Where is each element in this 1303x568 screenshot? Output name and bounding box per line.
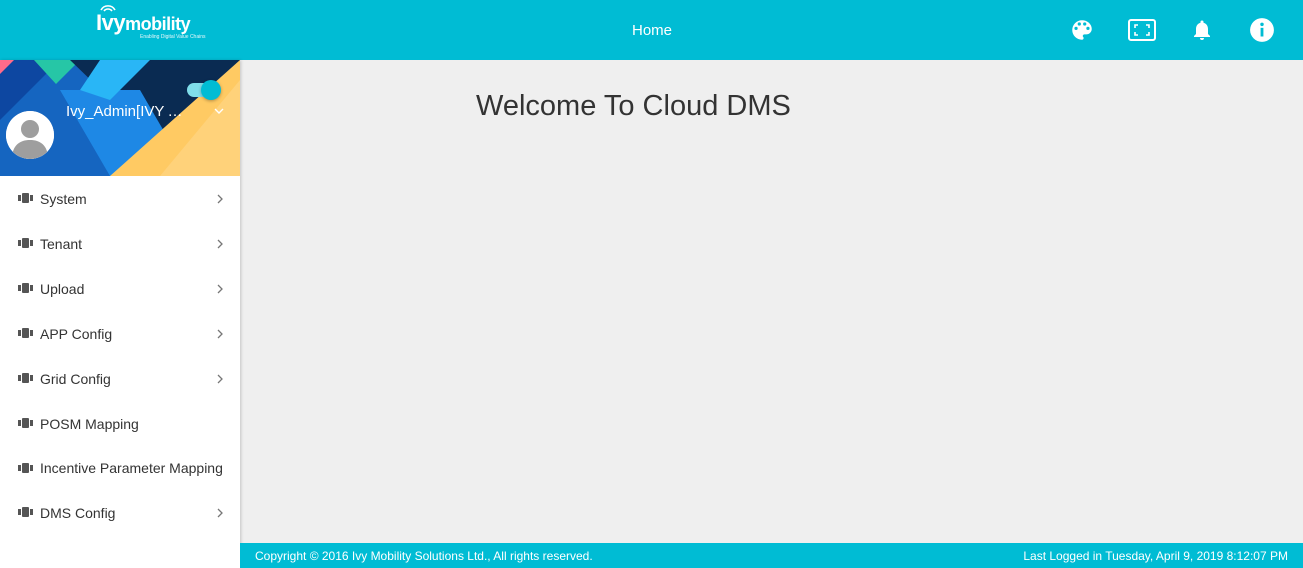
- top-navbar: Ivymobility Enabling Digital Value Chain…: [0, 0, 1303, 60]
- sidebar-item-label: Tenant: [40, 235, 83, 252]
- chevron-right-icon: [217, 239, 223, 248]
- home-link[interactable]: Home: [632, 22, 672, 39]
- brand-name: Ivymobility: [96, 10, 191, 36]
- module-icon: [18, 463, 33, 473]
- footer: Copyright © 2016 Ivy Mobility Solutions …: [240, 543, 1303, 568]
- user-name[interactable]: Ivy_Admin[IVY A...: [66, 103, 188, 120]
- brand-logo[interactable]: Ivymobility Enabling Digital Value Chain…: [96, 5, 226, 46]
- module-icon: [18, 283, 33, 293]
- sidebar-item-label: DMS Config: [40, 504, 116, 521]
- sidebar-item-label: Grid Config: [40, 370, 111, 387]
- chevron-right-icon: [217, 508, 223, 517]
- sidebar-item-app-config[interactable]: APP Config: [0, 311, 240, 356]
- chevron-right-icon: [217, 329, 223, 338]
- sidebar-item-label: APP Config: [40, 325, 113, 342]
- info-icon[interactable]: [1247, 15, 1277, 45]
- last-logged-text: Last Logged in Tuesday, April 9, 2019 8:…: [1023, 549, 1288, 563]
- chevron-right-icon: [217, 194, 223, 203]
- chevron-right-icon: [217, 374, 223, 383]
- page-title: Welcome To Cloud DMS: [476, 90, 791, 122]
- sidebar-item-label: Incentive Parameter Mapping: [40, 460, 223, 476]
- bell-icon[interactable]: [1187, 15, 1217, 45]
- sidebar-item-label: Upload: [40, 280, 85, 297]
- sidebar-item-label: POSM Mapping: [40, 415, 139, 432]
- module-icon: [18, 328, 33, 338]
- module-icon: [18, 507, 33, 517]
- fullscreen-icon[interactable]: [1127, 15, 1157, 45]
- sidebar-item-system[interactable]: System: [0, 176, 240, 221]
- sidebar-menu: System Tenant Upload APP Config Grid Con…: [0, 176, 240, 535]
- sidebar-item-posm-mapping[interactable]: POSM Mapping: [0, 401, 240, 446]
- brand-tagline: Enabling Digital Value Chains: [140, 34, 206, 40]
- sidebar-toggle-switch[interactable]: [187, 80, 223, 100]
- sidebar-item-tenant[interactable]: Tenant: [0, 221, 240, 266]
- brand-name-ivy: Ivy: [96, 10, 126, 35]
- chevron-down-icon[interactable]: [214, 108, 224, 114]
- sidebar-item-grid-config[interactable]: Grid Config: [0, 356, 240, 401]
- brand-name-mobility: mobility: [125, 14, 191, 34]
- sidebar-item-incentive-parameter-mapping[interactable]: Incentive Parameter Mapping: [0, 446, 240, 490]
- module-icon: [18, 193, 33, 203]
- user-panel: Ivy_Admin[IVY A...: [0, 60, 240, 176]
- module-icon: [18, 373, 33, 383]
- copyright-text: Copyright © 2016 Ivy Mobility Solutions …: [255, 549, 593, 563]
- palette-icon[interactable]: [1067, 15, 1097, 45]
- sidebar-item-label: System: [40, 190, 87, 207]
- sidebar-item-dms-config[interactable]: DMS Config: [0, 490, 240, 535]
- user-avatar-icon[interactable]: [6, 111, 54, 159]
- sidebar-item-upload[interactable]: Upload: [0, 266, 240, 311]
- chevron-right-icon: [217, 284, 223, 293]
- module-icon: [18, 418, 33, 428]
- toggle-knob: [201, 80, 221, 100]
- sidebar: Ivy_Admin[IVY A... System Tenant Upload …: [0, 60, 240, 568]
- module-icon: [18, 238, 33, 248]
